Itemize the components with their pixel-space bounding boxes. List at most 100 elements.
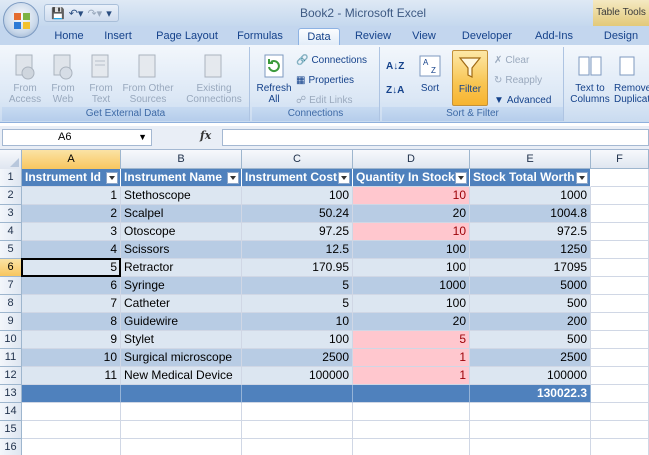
filter-dropdown-icon[interactable] xyxy=(455,172,467,184)
cell-a12[interactable]: 11 xyxy=(22,367,121,385)
cell-e6[interactable]: 17095 xyxy=(470,259,591,277)
cell-d4[interactable]: 10 xyxy=(353,223,470,241)
cell-c16[interactable] xyxy=(242,439,353,455)
row-header-14[interactable]: 14 xyxy=(0,403,22,421)
filter-dropdown-icon[interactable] xyxy=(106,172,118,184)
cell-b15[interactable] xyxy=(121,421,242,439)
filter-button[interactable]: Filter xyxy=(452,50,488,106)
column-header-a[interactable]: A xyxy=(22,150,121,169)
cell-f2[interactable] xyxy=(591,187,649,205)
row-header-12[interactable]: 12 xyxy=(0,367,22,385)
cell-f15[interactable] xyxy=(591,421,649,439)
row-header-1[interactable]: 1 xyxy=(0,169,22,187)
cell-e14[interactable] xyxy=(470,403,591,421)
cell-f8[interactable] xyxy=(591,295,649,313)
cell-e11[interactable]: 2500 xyxy=(470,349,591,367)
cell-d7[interactable]: 1000 xyxy=(353,277,470,295)
cell-e16[interactable] xyxy=(470,439,591,455)
cell-d12[interactable]: 1 xyxy=(353,367,470,385)
cell-e9[interactable]: 200 xyxy=(470,313,591,331)
table-header-cell[interactable]: Instrument Name xyxy=(121,169,242,187)
cell-f4[interactable] xyxy=(591,223,649,241)
cell-e13[interactable]: 130022.3 xyxy=(470,385,591,403)
office-button[interactable] xyxy=(3,2,39,38)
save-icon[interactable]: 💾 xyxy=(51,7,65,20)
cell-a2[interactable]: 1 xyxy=(22,187,121,205)
tab-developer[interactable]: Developer xyxy=(456,28,518,45)
cell-b11[interactable]: Surgical microscope xyxy=(121,349,242,367)
cell-a8[interactable]: 7 xyxy=(22,295,121,313)
row-header-4[interactable]: 4 xyxy=(0,223,22,241)
connections-button[interactable]: 🔗 Connections xyxy=(296,51,367,69)
name-box-dropdown-icon[interactable]: ▼ xyxy=(138,130,147,145)
column-header-f[interactable]: F xyxy=(591,150,649,169)
cell-b4[interactable]: Otoscope xyxy=(121,223,242,241)
cell-a6[interactable]: 5 xyxy=(22,259,121,277)
cell-a11[interactable]: 10 xyxy=(22,349,121,367)
cell-c8[interactable]: 5 xyxy=(242,295,353,313)
tab-data[interactable]: Data xyxy=(298,28,340,45)
cell-f11[interactable] xyxy=(591,349,649,367)
from-access-button[interactable]: From Access xyxy=(6,53,44,105)
cell-c14[interactable] xyxy=(242,403,353,421)
customize-qat-icon[interactable]: ▾ xyxy=(106,7,112,20)
cell-c13[interactable] xyxy=(242,385,353,403)
cell-c10[interactable]: 100 xyxy=(242,331,353,349)
cell-e10[interactable]: 500 xyxy=(470,331,591,349)
cell-b13[interactable] xyxy=(121,385,242,403)
row-header-10[interactable]: 10 xyxy=(0,331,22,349)
cell-f10[interactable] xyxy=(591,331,649,349)
undo-icon[interactable]: ↶▾ xyxy=(69,7,84,20)
cell-b8[interactable]: Catheter xyxy=(121,295,242,313)
cell-b2[interactable]: Stethoscope xyxy=(121,187,242,205)
filter-dropdown-icon[interactable] xyxy=(338,172,350,184)
cell-a16[interactable] xyxy=(22,439,121,455)
cell-d6[interactable]: 100 xyxy=(353,259,470,277)
row-header-2[interactable]: 2 xyxy=(0,187,22,205)
cell-f1[interactable] xyxy=(591,169,649,187)
cell-e8[interactable]: 500 xyxy=(470,295,591,313)
row-header-6[interactable]: 6 xyxy=(0,259,22,277)
cell-f6[interactable] xyxy=(591,259,649,277)
cell-a9[interactable]: 8 xyxy=(22,313,121,331)
table-header-cell[interactable]: Instrument Cost xyxy=(242,169,353,187)
cell-a14[interactable] xyxy=(22,403,121,421)
worksheet-grid[interactable]: A B C D E F 1 Instrument Id Instrument Name Instr… xyxy=(0,150,649,455)
table-header-cell[interactable]: Stock Total Worth xyxy=(470,169,591,187)
properties-button[interactable]: ▦ Properties xyxy=(296,71,354,89)
cell-e4[interactable]: 972.5 xyxy=(470,223,591,241)
row-header-16[interactable]: 16 xyxy=(0,439,22,455)
cell-d8[interactable]: 100 xyxy=(353,295,470,313)
row-header-5[interactable]: 5 xyxy=(0,241,22,259)
filter-dropdown-icon[interactable] xyxy=(576,172,588,184)
cell-a5[interactable]: 4 xyxy=(22,241,121,259)
tab-add-ins[interactable]: Add-Ins xyxy=(530,28,578,45)
sort-z-a-button[interactable]: Z↓A xyxy=(386,81,404,99)
column-header-e[interactable]: E xyxy=(470,150,591,169)
cell-d11[interactable]: 1 xyxy=(353,349,470,367)
cell-f5[interactable] xyxy=(591,241,649,259)
cell-a7[interactable]: 6 xyxy=(22,277,121,295)
cell-c11[interactable]: 2500 xyxy=(242,349,353,367)
cell-f16[interactable] xyxy=(591,439,649,455)
select-all-button[interactable] xyxy=(0,150,22,169)
cell-e2[interactable]: 1000 xyxy=(470,187,591,205)
sort-button[interactable]: AZ Sort xyxy=(414,53,446,94)
table-header-cell[interactable]: Instrument Id xyxy=(22,169,121,187)
cell-b9[interactable]: Guidewire xyxy=(121,313,242,331)
cell-b12[interactable]: New Medical Device xyxy=(121,367,242,385)
tab-review[interactable]: Review xyxy=(350,28,396,45)
tab-home[interactable]: Home xyxy=(50,28,88,45)
cell-c5[interactable]: 12.5 xyxy=(242,241,353,259)
row-header-7[interactable]: 7 xyxy=(0,277,22,295)
row-header-8[interactable]: 8 xyxy=(0,295,22,313)
from-web-button[interactable]: From Web xyxy=(44,53,82,105)
cell-c15[interactable] xyxy=(242,421,353,439)
tab-page-layout[interactable]: Page Layout xyxy=(152,28,222,45)
remove-duplicates-button[interactable]: Remove Duplicates xyxy=(614,53,649,105)
cell-d13[interactable] xyxy=(353,385,470,403)
cell-d3[interactable]: 20 xyxy=(353,205,470,223)
row-header-11[interactable]: 11 xyxy=(0,349,22,367)
cell-e7[interactable]: 5000 xyxy=(470,277,591,295)
cell-e5[interactable]: 1250 xyxy=(470,241,591,259)
